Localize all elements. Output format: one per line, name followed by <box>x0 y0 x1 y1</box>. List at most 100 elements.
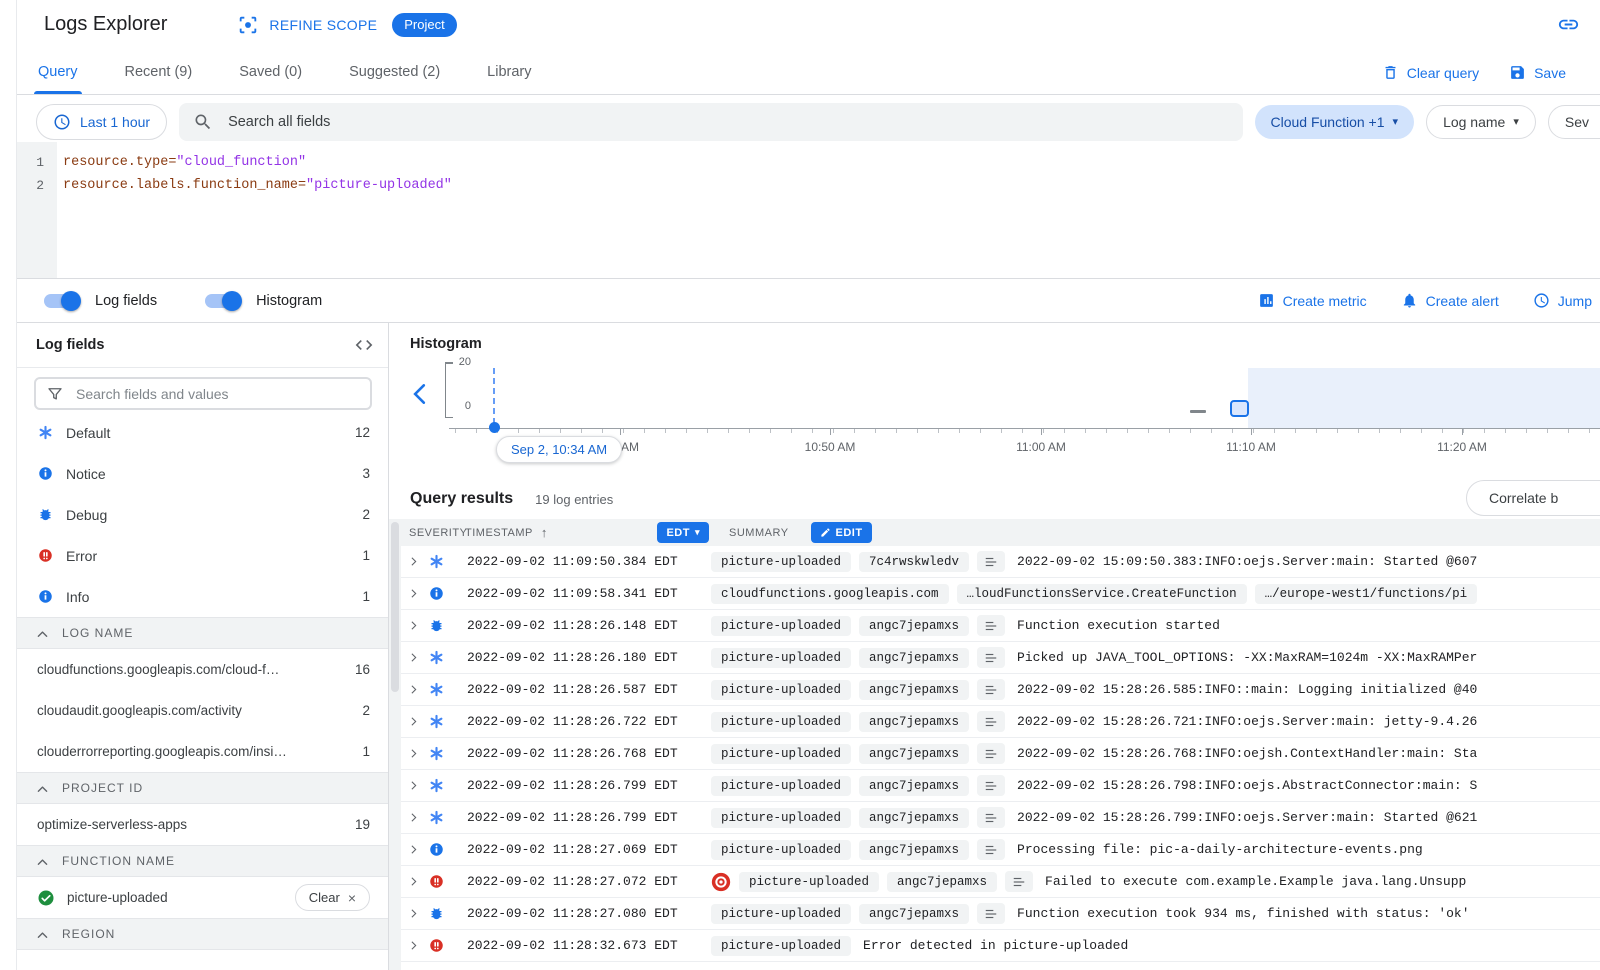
log-label-chip[interactable]: picture-uploaded <box>711 648 851 668</box>
expand-entry-icon[interactable] <box>401 875 425 888</box>
edit-summary-button[interactable]: EDIT <box>811 522 872 543</box>
log-lines-icon[interactable] <box>977 807 1005 828</box>
log-lines-icon[interactable] <box>977 647 1005 668</box>
expand-entry-icon[interactable] <box>401 587 425 600</box>
expand-entry-icon[interactable] <box>401 779 425 792</box>
expand-entry-icon[interactable] <box>401 811 425 824</box>
jump-to-now-button[interactable]: Jump <box>1533 292 1592 309</box>
log-label-chip[interactable]: 7c4rwskwledv <box>859 552 969 572</box>
log-label-chip[interactable]: picture-uploaded <box>739 872 879 892</box>
expand-entry-icon[interactable] <box>401 715 425 728</box>
log-label-chip[interactable]: cloudfunctions.googleapis.com <box>711 584 949 604</box>
expand-entry-icon[interactable] <box>401 907 425 920</box>
create-metric-button[interactable]: Create metric <box>1258 292 1367 309</box>
log-label-chip[interactable]: picture-uploaded <box>711 744 851 764</box>
query-code[interactable]: resource.type="cloud_function" resource.… <box>63 151 1600 197</box>
log-label-chip[interactable]: picture-uploaded <box>711 904 851 924</box>
expand-entry-icon[interactable] <box>401 651 425 664</box>
section-header-region[interactable]: REGION <box>17 918 388 950</box>
expand-entry-icon[interactable] <box>401 619 425 632</box>
log-field-value[interactable]: picture-uploadedClear× <box>17 877 388 918</box>
severity-filter-notice[interactable]: Notice3 <box>17 453 388 494</box>
log-entry-row[interactable]: 2022-09-02 11:28:26.799 EDTpicture-uploa… <box>401 802 1600 834</box>
histogram-bar[interactable] <box>1190 410 1206 413</box>
severity-filter-default[interactable]: Default12 <box>17 412 388 453</box>
histogram-selection-region[interactable] <box>1248 368 1600 428</box>
log-entry-row[interactable]: 2022-09-02 11:09:58.341 EDTcloudfunction… <box>401 578 1600 610</box>
log-entry-row[interactable]: 2022-09-02 11:28:26.799 EDTpicture-uploa… <box>401 770 1600 802</box>
log-label-chip[interactable]: picture-uploaded <box>711 840 851 860</box>
log-fields-search-input[interactable] <box>74 385 360 403</box>
severity-filter-info[interactable]: Info1 <box>17 576 388 617</box>
histogram-bar-highlight[interactable] <box>1230 400 1249 417</box>
log-label-chip[interactable]: angc7jepamxs <box>859 808 969 828</box>
log-lines-icon[interactable] <box>977 903 1005 924</box>
tab-recent[interactable]: Recent (9) <box>123 64 195 94</box>
log-label-chip[interactable]: …/europe-west1/functions/pi <box>1255 584 1478 604</box>
log-lines-icon[interactable] <box>977 775 1005 796</box>
log-label-chip[interactable]: angc7jepamxs <box>859 776 969 796</box>
clear-filter-button[interactable]: Clear× <box>295 884 370 911</box>
log-field-value[interactable]: cloudfunctions.googleapis.com/cloud-f…16 <box>17 649 388 690</box>
log-entry-row[interactable]: 2022-09-02 11:28:27.069 EDTpicture-uploa… <box>401 834 1600 866</box>
log-label-chip[interactable]: angc7jepamxs <box>859 744 969 764</box>
severity-filter-chip[interactable]: Sev <box>1548 105 1600 139</box>
create-alert-button[interactable]: Create alert <box>1401 292 1499 309</box>
log-lines-icon[interactable] <box>977 679 1005 700</box>
results-scrollbar[interactable] <box>389 519 401 970</box>
log-lines-icon[interactable] <box>977 711 1005 732</box>
log-label-chip[interactable]: angc7jepamxs <box>859 616 969 636</box>
log-label-chip[interactable]: picture-uploaded <box>711 680 851 700</box>
time-range-button[interactable]: Last 1 hour <box>36 104 167 140</box>
log-entry-row[interactable]: 2022-09-02 11:28:26.148 EDTpicture-uploa… <box>401 610 1600 642</box>
save-button[interactable]: Save <box>1509 64 1566 81</box>
expand-entry-icon[interactable] <box>401 683 425 696</box>
log-field-value[interactable]: clouderrorreporting.googleapis.com/insi…… <box>17 731 388 772</box>
log-label-chip[interactable]: picture-uploaded <box>711 552 851 572</box>
log-entry-row[interactable]: 2022-09-02 11:28:26.587 EDTpicture-uploa… <box>401 674 1600 706</box>
log-label-chip[interactable]: angc7jepamxs <box>859 904 969 924</box>
expand-entry-icon[interactable] <box>401 555 425 568</box>
section-header-project-id[interactable]: PROJECT ID <box>17 772 388 804</box>
histogram-toggle[interactable] <box>205 294 239 308</box>
selection-marker-dot[interactable] <box>489 422 500 433</box>
expand-entry-icon[interactable] <box>401 747 425 760</box>
expand-entry-icon[interactable] <box>401 843 425 856</box>
refine-scope-button[interactable]: REFINE SCOPE <box>237 14 377 36</box>
log-label-chip[interactable]: picture-uploaded <box>711 712 851 732</box>
log-entry-row[interactable]: 2022-09-02 11:28:26.722 EDTpicture-uploa… <box>401 706 1600 738</box>
log-name-filter-chip[interactable]: Log name ▾ <box>1426 105 1536 139</box>
log-lines-icon[interactable] <box>977 615 1005 636</box>
resource-filter-chip[interactable]: Cloud Function +1 ▾ <box>1255 105 1415 139</box>
search-all-fields-input[interactable] <box>226 113 1228 131</box>
log-entry-row[interactable]: 2022-09-02 11:28:27.072 EDTpicture-uploa… <box>401 866 1600 898</box>
expand-entry-icon[interactable] <box>401 939 425 952</box>
sort-ascending-icon[interactable]: ↑ <box>541 525 548 540</box>
log-fields-toggle[interactable] <box>44 294 78 308</box>
log-lines-icon[interactable] <box>977 551 1005 572</box>
log-lines-icon[interactable] <box>977 743 1005 764</box>
log-entry-row[interactable]: 2022-09-02 11:28:32.673 EDTpicture-uploa… <box>401 930 1600 962</box>
scope-badge[interactable]: Project <box>392 13 456 37</box>
severity-filter-error[interactable]: Error1 <box>17 535 388 576</box>
selection-time-tooltip[interactable]: Sep 2, 10:34 AM <box>496 436 622 463</box>
log-label-chip[interactable]: angc7jepamxs <box>859 712 969 732</box>
log-entry-row[interactable]: 2022-09-02 11:28:26.180 EDTpicture-uploa… <box>401 642 1600 674</box>
timezone-pill[interactable]: EDT▾ <box>657 522 709 543</box>
scrollbar-thumb[interactable] <box>391 522 399 692</box>
tab-suggested[interactable]: Suggested (2) <box>347 64 442 94</box>
log-label-chip[interactable]: …loudFunctionsService.CreateFunction <box>957 584 1247 604</box>
log-label-chip[interactable]: picture-uploaded <box>711 936 851 956</box>
log-label-chip[interactable]: angc7jepamxs <box>859 648 969 668</box>
log-entry-row[interactable]: 2022-09-02 11:28:26.768 EDTpicture-uploa… <box>401 738 1600 770</box>
timestamp-header-label[interactable]: TIMESTAMP <box>465 527 533 539</box>
log-entry-row[interactable]: 2022-09-02 11:28:27.080 EDTpicture-uploa… <box>401 898 1600 930</box>
histogram-scroll-left-icon[interactable] <box>413 383 426 405</box>
correlate-by-button[interactable]: Correlate b <box>1466 480 1600 516</box>
collapse-panel-icon[interactable] <box>354 335 374 355</box>
log-label-chip[interactable]: picture-uploaded <box>711 616 851 636</box>
clear-query-button[interactable]: Clear query <box>1382 64 1479 81</box>
section-header-function-name[interactable]: FUNCTION NAME <box>17 845 388 877</box>
tab-query[interactable]: Query <box>36 64 80 94</box>
log-label-chip[interactable]: picture-uploaded <box>711 808 851 828</box>
